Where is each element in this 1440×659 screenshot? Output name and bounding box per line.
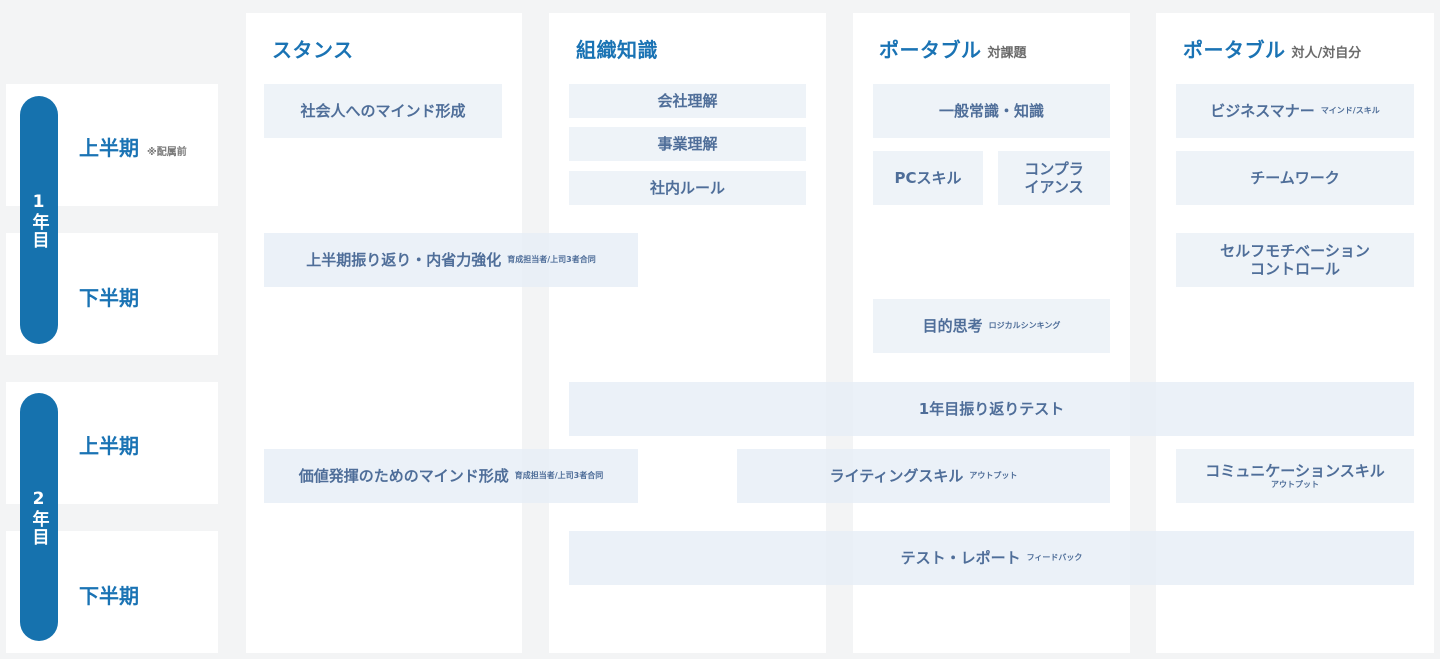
item-text: コミュニケーションスキル <box>1205 462 1385 480</box>
row-label-y1-first: 上半期 ※配属前 <box>79 132 187 161</box>
item-text: ライティングスキル <box>829 467 964 485</box>
row-label-text: 上半期 <box>79 434 139 458</box>
item-note: アウトプット <box>969 471 1018 480</box>
item-text: 1年目振り返りテスト <box>918 400 1065 418</box>
year-label: 2年目 <box>28 488 49 546</box>
item-text: PCスキル <box>894 169 962 187</box>
row-label-note: ※配属前 <box>147 147 187 158</box>
item-text-line: セルフモチベーション <box>1220 242 1370 260</box>
column-title-text: 組織知識 <box>576 38 658 62</box>
item-self-motivation: セルフモチベーション コントロール <box>1176 233 1414 287</box>
year-label: 1年目 <box>28 191 49 249</box>
item-compliance: コンプラ イアンス <box>998 151 1110 205</box>
row-label-text: 下半期 <box>79 584 139 608</box>
item-text: 価値発揮のためのマインド形成 <box>298 467 509 485</box>
row-label-y2-first: 上半期 <box>79 430 139 459</box>
item-note: アウトプット <box>1271 480 1319 489</box>
row-label-y1-second: 下半期 <box>79 282 139 311</box>
item-text: チームワーク <box>1250 169 1340 187</box>
item-logical-thinking: 目的思考 ロジカルシンキング <box>873 299 1110 353</box>
item-text-line: コンプラ <box>1024 160 1084 178</box>
column-title-text: ポータブル <box>879 38 982 62</box>
item-note: ロジカルシンキング <box>988 321 1061 330</box>
column-title-stance: スタンス <box>272 34 354 63</box>
column-title-sub: 対課題 <box>987 46 1027 61</box>
item-common-knowledge: 一般常識・知識 <box>873 84 1110 138</box>
item-review-first: 上半期振り返り・内省力強化 育成担当者/上司3者合同 <box>264 233 638 287</box>
column-title-org: 組織知識 <box>576 34 658 63</box>
item-test-report: テスト・レポート フィードバック <box>569 531 1414 585</box>
item-company: 会社理解 <box>569 84 806 118</box>
item-pc-skill: PCスキル <box>873 151 983 205</box>
column-title-sub: 対人/対自分 <box>1291 46 1362 61</box>
item-stack: セルフモチベーション コントロール <box>1220 242 1370 278</box>
item-note: 育成担当者/上司3者合同 <box>514 471 604 480</box>
column-title-text: ポータブル <box>1183 38 1286 62</box>
row-label-y2-second: 下半期 <box>79 580 139 609</box>
item-year1-review-test: 1年目振り返りテスト <box>569 382 1414 436</box>
item-value-mind: 価値発揮のためのマインド形成 育成担当者/上司3者合同 <box>264 449 638 503</box>
item-text-line: イアンス <box>1024 178 1084 196</box>
item-text: 目的思考 <box>922 317 983 335</box>
year-pill-1: 1年目 <box>20 96 58 344</box>
item-text: 一般常識・知識 <box>938 102 1044 120</box>
item-text-line: コントロール <box>1249 260 1340 278</box>
item-note: マインド/スキル <box>1320 106 1380 115</box>
row-label-text: 上半期 <box>79 136 139 160</box>
item-mind-social: 社会人へのマインド形成 <box>264 84 502 138</box>
column-title-portable-people: ポータブル 対人/対自分 <box>1183 34 1361 63</box>
year-pill-2: 2年目 <box>20 393 58 641</box>
column-title-portable-task: ポータブル 対課題 <box>879 34 1027 63</box>
item-writing-skill: ライティングスキル アウトプット <box>737 449 1110 503</box>
row-label-text: 下半期 <box>79 286 139 310</box>
item-text: 上半期振り返り・内省力強化 <box>306 251 502 269</box>
item-text: テスト・レポート <box>900 549 1021 567</box>
item-stack: コンプラ イアンス <box>1024 160 1084 196</box>
item-text: 社会人へのマインド形成 <box>300 102 466 120</box>
item-teamwork: チームワーク <box>1176 151 1414 205</box>
item-rules: 社内ルール <box>569 171 806 205</box>
item-business-manner: ビジネスマナー マインド/スキル <box>1176 84 1414 138</box>
item-note: 育成担当者/上司3者合同 <box>507 255 596 264</box>
item-business: 事業理解 <box>569 127 806 161</box>
column-title-text: スタンス <box>272 38 354 62</box>
item-text: 会社理解 <box>657 92 718 110</box>
item-text: 社内ルール <box>649 179 725 197</box>
item-communication-skill: コミュニケーションスキル アウトプット <box>1176 449 1414 503</box>
item-text: 事業理解 <box>657 135 718 153</box>
item-stack: コミュニケーションスキル アウトプット <box>1205 462 1384 490</box>
item-note: フィードバック <box>1026 553 1083 562</box>
item-text: ビジネスマナー <box>1210 102 1315 120</box>
